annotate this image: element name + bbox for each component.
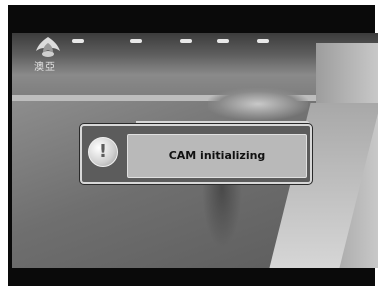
message-box: CAM initializing (127, 134, 307, 178)
dialog-message: CAM initializing (168, 149, 266, 162)
ceiling-light (257, 39, 269, 43)
ceiling-light (180, 39, 192, 43)
ceiling-light (217, 39, 229, 43)
exclamation-icon: ! (88, 137, 118, 167)
channel-logo-text: 澳亞 (34, 62, 56, 73)
players-group (208, 88, 308, 120)
ceiling-light (72, 39, 84, 43)
ceiling-light (130, 39, 142, 43)
